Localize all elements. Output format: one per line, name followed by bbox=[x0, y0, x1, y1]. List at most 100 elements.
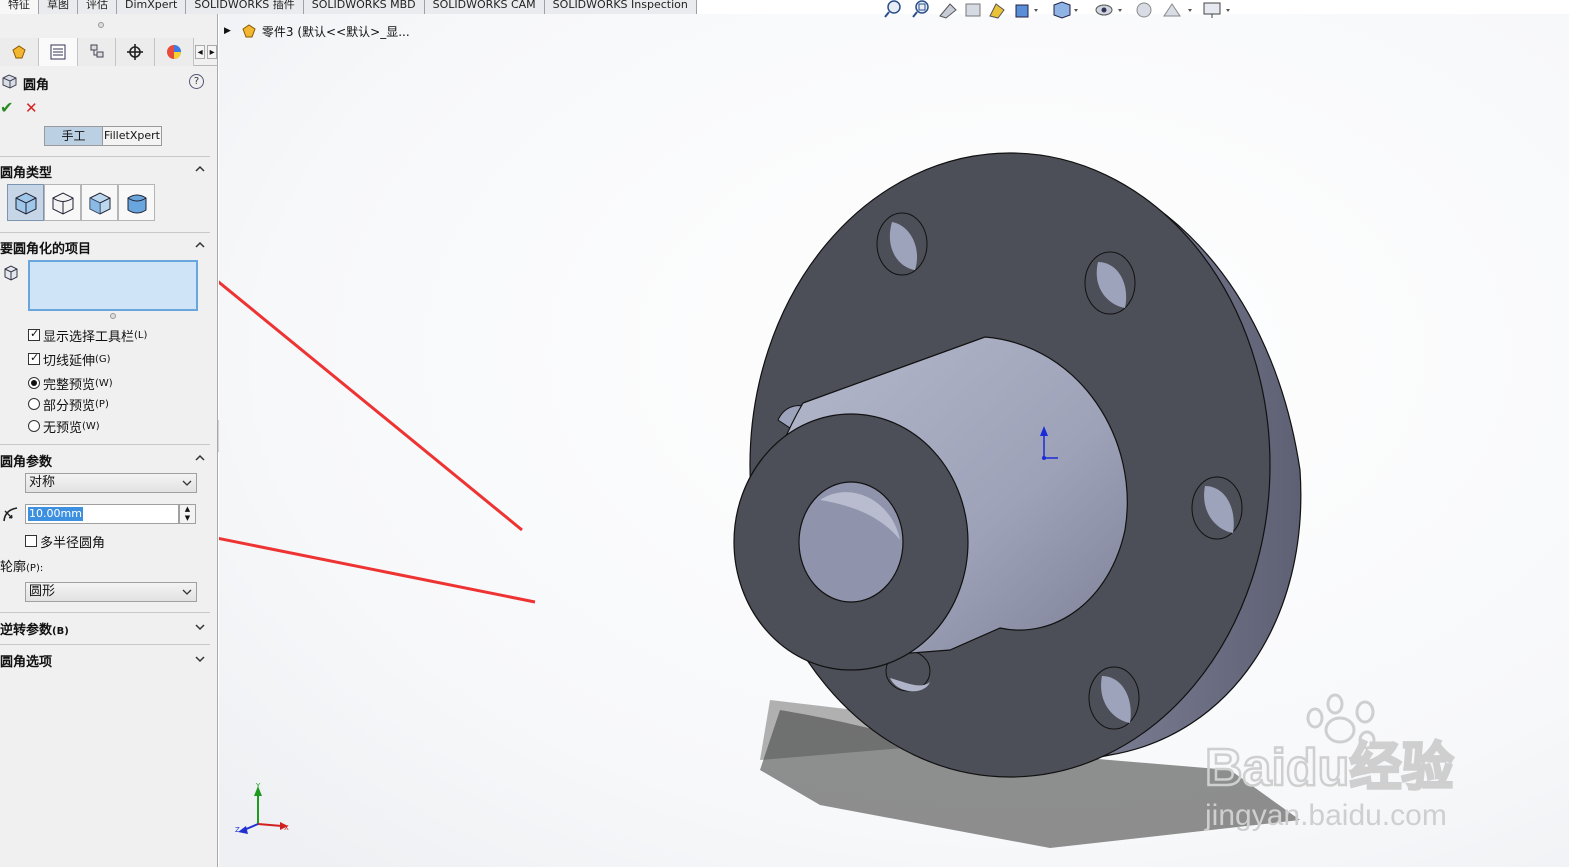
full-round-fillet-button[interactable] bbox=[118, 184, 155, 221]
section-title: 圆角选项 bbox=[0, 655, 53, 670]
chevron-up-icon[interactable] bbox=[194, 239, 206, 251]
display-manager-tab[interactable] bbox=[155, 38, 195, 66]
manual-mode-tab[interactable]: 手工 bbox=[45, 127, 103, 145]
scroll-left-icon[interactable]: ◂ bbox=[195, 45, 206, 59]
panel-resize-grip[interactable] bbox=[98, 22, 104, 28]
tab-cam[interactable]: SOLIDWORKS CAM bbox=[424, 0, 545, 14]
face-fillet-button[interactable] bbox=[81, 184, 118, 221]
no-preview-option[interactable]: 无预览 (W) bbox=[28, 418, 100, 436]
filletxpert-tab[interactable]: FilletXpert bbox=[103, 127, 161, 145]
section-divider bbox=[0, 612, 210, 613]
option-label: 多半径圆角 bbox=[40, 535, 106, 551]
tab-inspection[interactable]: SOLIDWORKS Inspection bbox=[544, 0, 697, 14]
fillet-type-section-header[interactable]: 圆角类型 bbox=[0, 161, 212, 181]
option-label: 完整预览 bbox=[43, 377, 96, 393]
edges-faces-selection-box[interactable] bbox=[28, 260, 198, 311]
watermark-brand: Baidu经验 bbox=[1205, 739, 1453, 797]
section-divider bbox=[0, 644, 210, 645]
feature-tree-breadcrumb[interactable]: ▶ 零件3 (默认<<默认>_显... bbox=[224, 22, 410, 40]
radius-value: 10.00mm bbox=[28, 507, 83, 521]
section-title: 要圆角化的项目 bbox=[0, 242, 92, 257]
full-preview-radio[interactable] bbox=[28, 377, 40, 389]
option-label: 无预览 bbox=[43, 420, 83, 436]
axis-z-label: Z bbox=[235, 826, 240, 834]
tab-dimxpert[interactable]: DimXpert bbox=[117, 0, 187, 14]
no-preview-radio[interactable] bbox=[28, 420, 40, 432]
tab-features[interactable]: 特征 bbox=[0, 0, 39, 14]
scroll-right-icon[interactable]: ▸ bbox=[207, 45, 218, 59]
baidu-watermark: Baidu经验 jingyan.baidu.com bbox=[1204, 693, 1455, 832]
zoom-to-area-icon[interactable] bbox=[912, 0, 929, 18]
items-section-header[interactable]: 要圆角化的项目 bbox=[0, 237, 212, 257]
fillet-feature-icon bbox=[2, 74, 17, 89]
chevron-down-icon bbox=[182, 480, 192, 486]
reference-triad: Y X Z bbox=[235, 782, 289, 834]
configuration-manager-tab[interactable] bbox=[77, 38, 117, 66]
chevron-down-icon bbox=[182, 589, 192, 595]
option-shortcut: (W) bbox=[95, 377, 113, 389]
spin-up-icon[interactable]: ▲ bbox=[180, 505, 195, 514]
fillet-type-buttons bbox=[7, 184, 155, 221]
property-manager-tab[interactable] bbox=[38, 38, 78, 66]
tab-evaluate[interactable]: 评估 bbox=[78, 0, 117, 14]
multi-radius-option[interactable]: 多半径圆角 bbox=[25, 533, 106, 551]
property-list-icon bbox=[50, 44, 66, 60]
axis-y-label: Y bbox=[255, 782, 261, 790]
show-selection-toolbar-option[interactable]: 显示选择工具栏(L) bbox=[28, 327, 148, 345]
configuration-icon bbox=[90, 44, 104, 58]
spin-down-icon[interactable]: ▼ bbox=[180, 514, 195, 523]
crosshair-icon bbox=[127, 44, 144, 60]
dynamic-annotation-icon[interactable] bbox=[989, 3, 1005, 19]
zoom-to-fit-icon[interactable] bbox=[884, 0, 901, 18]
appearance-sphere-icon bbox=[167, 45, 182, 59]
help-icon[interactable]: ? bbox=[189, 74, 204, 89]
fillet-method-select[interactable]: 对称 bbox=[25, 473, 197, 493]
display-style-icon[interactable] bbox=[1053, 1, 1078, 19]
radius-spinner[interactable]: ▲ ▼ bbox=[179, 504, 196, 524]
section-title: 逆转参数 bbox=[0, 623, 53, 638]
chevron-up-icon[interactable] bbox=[194, 452, 206, 464]
chevron-down-icon[interactable] bbox=[194, 653, 206, 665]
fillet-options-section-header[interactable]: 圆角选项 bbox=[0, 650, 212, 670]
full-preview-option[interactable]: 完整预览 (W) bbox=[28, 375, 113, 393]
multi-radius-checkbox[interactable] bbox=[25, 535, 37, 547]
constant-fillet-icon bbox=[15, 191, 36, 215]
select-value: 圆形 bbox=[29, 584, 56, 599]
reverse-params-section-header[interactable]: 逆转参数(B) bbox=[0, 618, 212, 638]
profile-select[interactable]: 圆形 bbox=[25, 582, 197, 602]
section-title: 圆角类型 bbox=[0, 166, 53, 181]
hide-show-items-icon[interactable] bbox=[1095, 4, 1122, 16]
radius-input[interactable]: 10.00mm bbox=[25, 504, 179, 524]
section-divider bbox=[0, 156, 210, 157]
previous-view-icon[interactable] bbox=[939, 3, 957, 19]
feature-manager-tab[interactable] bbox=[0, 38, 39, 66]
tangent-propagation-option[interactable]: 切线延伸(G) bbox=[28, 351, 111, 369]
option-shortcut: (G) bbox=[95, 353, 111, 365]
tab-addins[interactable]: SOLIDWORKS 插件 bbox=[186, 0, 304, 14]
edit-appearance-icon[interactable] bbox=[1136, 2, 1152, 18]
option-label: 显示选择工具栏 bbox=[43, 329, 135, 345]
partial-preview-radio[interactable] bbox=[28, 398, 40, 410]
fillet-params-section-header[interactable]: 圆角参数 bbox=[0, 450, 212, 470]
ok-check-icon[interactable]: ✔ bbox=[0, 100, 14, 116]
apply-scene-icon[interactable] bbox=[1163, 3, 1192, 17]
tab-mbd[interactable]: SOLIDWORKS MBD bbox=[303, 0, 425, 14]
cancel-x-icon[interactable]: ✕ bbox=[25, 100, 39, 116]
option-shortcut: (L) bbox=[134, 329, 148, 341]
tangent-propagation-checkbox[interactable] bbox=[28, 351, 40, 365]
view-settings-icon[interactable] bbox=[1203, 2, 1230, 18]
profile-shortcut: (P): bbox=[26, 563, 44, 574]
tab-sketch[interactable]: 草图 bbox=[39, 0, 78, 14]
partial-preview-option[interactable]: 部分预览 (P) bbox=[28, 396, 109, 414]
chevron-down-icon[interactable] bbox=[194, 621, 206, 633]
constant-size-fillet-button[interactable] bbox=[7, 184, 44, 221]
section-view-icon[interactable] bbox=[965, 3, 981, 17]
chevron-up-icon[interactable] bbox=[194, 163, 206, 175]
dimxpert-manager-tab[interactable] bbox=[116, 38, 156, 66]
variable-size-fillet-button[interactable] bbox=[44, 184, 81, 221]
expand-arrow-icon[interactable]: ▶ bbox=[224, 26, 231, 36]
show-selection-toolbar-checkbox[interactable] bbox=[28, 327, 40, 341]
view-orientation-icon[interactable] bbox=[1015, 4, 1038, 18]
selection-box-resize-grip[interactable] bbox=[110, 313, 116, 319]
manager-tabs: ◂ ▸ bbox=[0, 38, 218, 66]
